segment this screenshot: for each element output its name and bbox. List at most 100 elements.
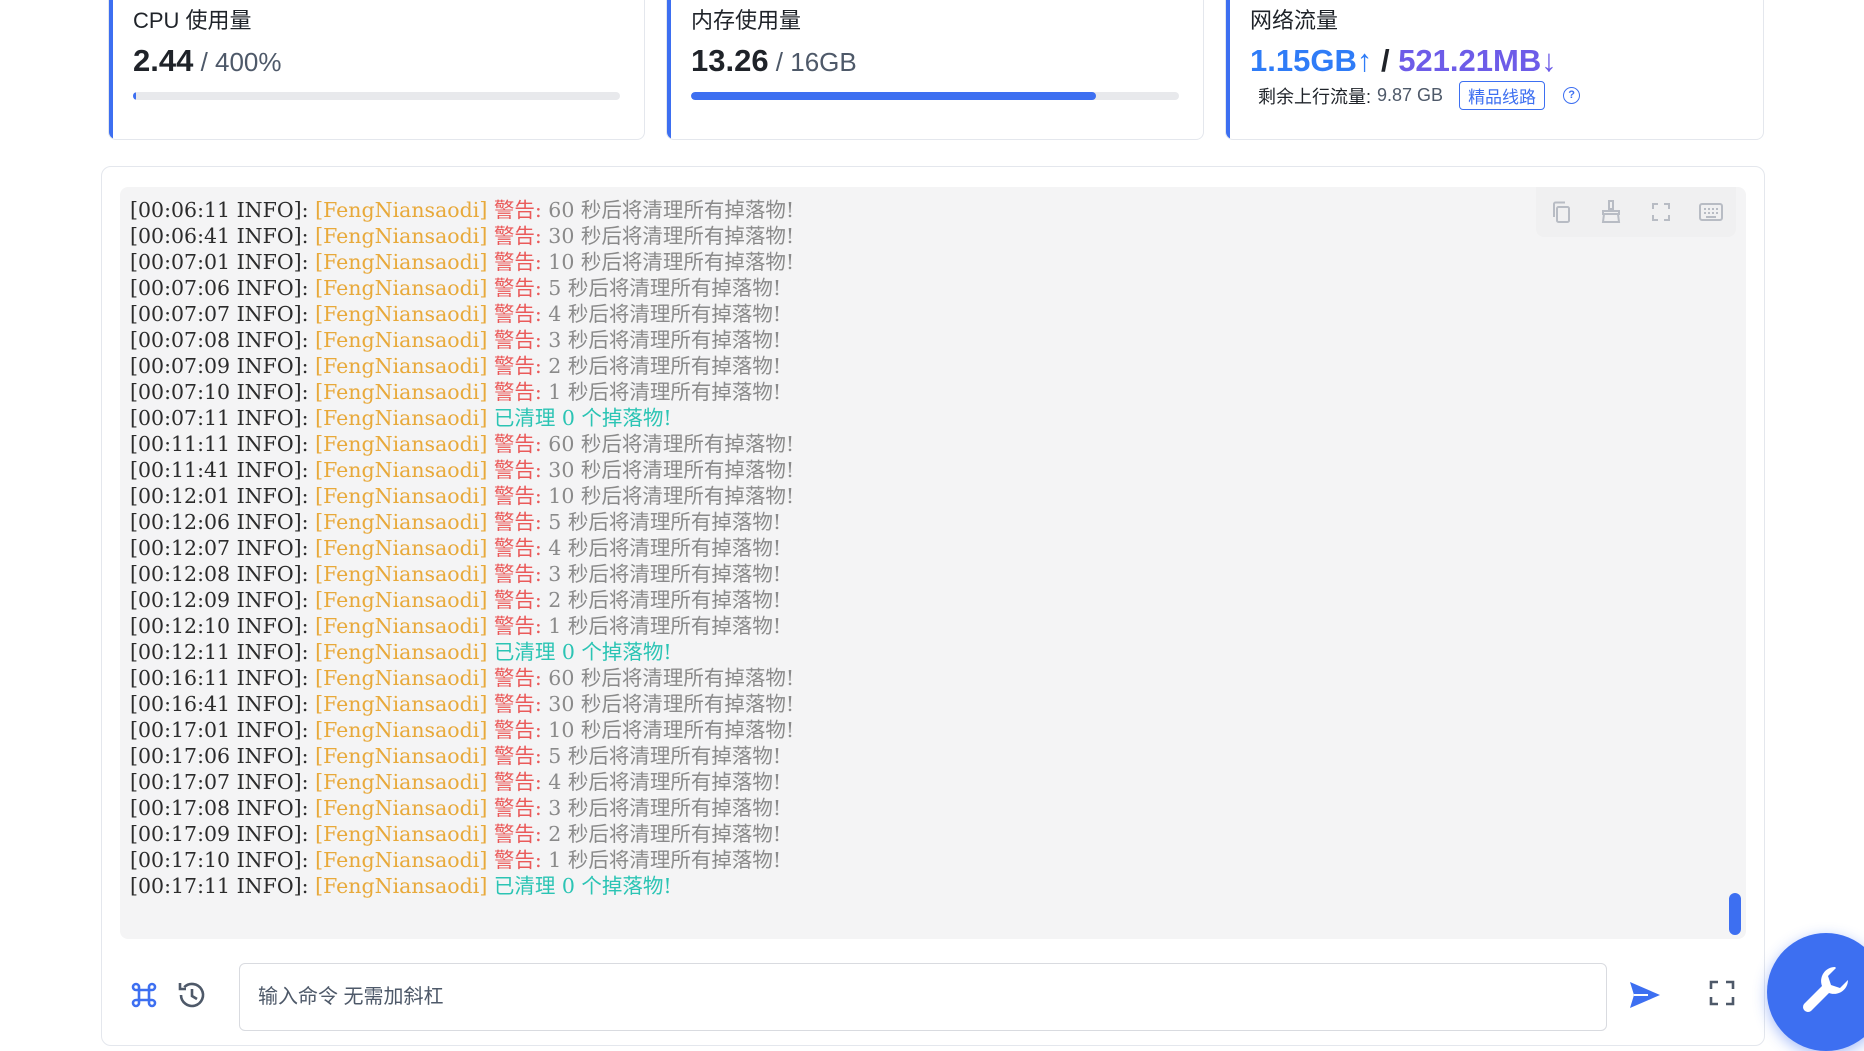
log-time: [00:17:08 INFO]: [130,796,316,820]
log-success: 已清理 0 个掉落物! [493,640,672,664]
log-tag: [FengNiansaodi] [315,770,494,794]
log-tag: [FengNiansaodi] [315,848,494,872]
log-time: [00:07:07 INFO]: [130,302,316,326]
log-time: [00:17:10 INFO]: [130,848,316,872]
log-warning: 警告: [493,718,549,742]
memory-value: 13.26 / 16GB [691,43,857,79]
cpu-value: 2.44 / 400% [133,43,282,79]
log-line: [00:17:11 INFO]: [FengNiansaodi] 已清理 0 个… [130,873,794,899]
log-tag: [FengNiansaodi] [315,198,494,222]
log-time: [00:07:11 INFO]: [130,406,316,430]
tools-fab[interactable] [1767,933,1864,1051]
log-line: [00:12:07 INFO]: [FengNiansaodi] 警告: 4 秒… [130,535,794,561]
cpu-card: CPU 使用量 2.44 / 400% [108,0,645,140]
network-title: 网络流量 [1250,8,1339,33]
cpu-progress-bar [133,92,620,100]
log-warning: 警告: [493,224,549,248]
log-message: 1 秒后将清理所有掉落物! [548,614,782,638]
log-warning: 警告: [493,822,549,846]
log-message: 60 秒后将清理所有掉落物! [548,432,795,456]
log-time: [00:07:08 INFO]: [130,328,316,352]
log-line: [00:17:06 INFO]: [FengNiansaodi] 警告: 5 秒… [130,743,794,769]
log-message: 30 秒后将清理所有掉落物! [548,692,795,716]
log-line: [00:12:09 INFO]: [FengNiansaodi] 警告: 2 秒… [130,587,794,613]
log-tag: [FengNiansaodi] [315,406,494,430]
copy-icon[interactable] [1548,199,1574,225]
log-tag: [FengNiansaodi] [315,302,494,326]
log-warning: 警告: [493,614,549,638]
log-warning: 警告: [493,562,549,586]
log-warning: 警告: [493,770,549,794]
keyboard-icon[interactable] [1698,199,1724,225]
clear-broom-icon[interactable] [1598,199,1624,225]
log-warning: 警告: [493,328,549,352]
log-warning: 警告: [493,588,549,612]
card-accent [1226,0,1230,139]
log-tag: [FengNiansaodi] [315,614,494,638]
log-message: 5 秒后将清理所有掉落物! [548,744,782,768]
log-tag: [FengNiansaodi] [315,822,494,846]
terminal-output[interactable]: [00:06:11 INFO]: [FengNiansaodi] 警告: 60 … [120,187,1746,939]
log-time: [00:06:41 INFO]: [130,224,316,248]
log-tag: [FengNiansaodi] [315,432,494,456]
log-warning: 警告: [493,796,549,820]
log-line: [00:12:10 INFO]: [FengNiansaodi] 警告: 1 秒… [130,613,794,639]
log-tag: [FengNiansaodi] [315,718,494,742]
terminal-toolbar [1536,187,1736,237]
log-line: [00:07:06 INFO]: [FengNiansaodi] 警告: 5 秒… [130,275,794,301]
log-time: [00:17:01 INFO]: [130,718,316,742]
log-line: [00:12:11 INFO]: [FengNiansaodi] 已清理 0 个… [130,639,794,665]
log-message: 4 秒后将清理所有掉落物! [548,536,782,560]
log-line: [00:17:01 INFO]: [FengNiansaodi] 警告: 10 … [130,717,794,743]
log-warning: 警告: [493,354,549,378]
log-message: 10 秒后将清理所有掉落物! [548,250,795,274]
log-tag: [FengNiansaodi] [315,328,494,352]
log-line: [00:16:11 INFO]: [FengNiansaodi] 警告: 60 … [130,665,794,691]
log-line: [00:11:41 INFO]: [FengNiansaodi] 警告: 30 … [130,457,794,483]
log-tag: [FengNiansaodi] [315,640,494,664]
log-tag: [FengNiansaodi] [315,692,494,716]
log-warning: 警告: [493,666,549,690]
log-warning: 警告: [493,692,549,716]
log-line: [00:12:08 INFO]: [FengNiansaodi] 警告: 3 秒… [130,561,794,587]
log-line: [00:07:10 INFO]: [FengNiansaodi] 警告: 1 秒… [130,379,794,405]
command-input[interactable] [239,963,1607,1031]
command-icon[interactable] [128,979,162,1013]
log-line: [00:16:41 INFO]: [FengNiansaodi] 警告: 30 … [130,691,794,717]
log-warning: 警告: [493,536,549,560]
log-message: 4 秒后将清理所有掉落物! [548,770,782,794]
send-icon[interactable] [1628,979,1662,1013]
command-row [102,959,1766,1031]
log-success: 已清理 0 个掉落物! [493,874,672,898]
help-icon[interactable]: ? [1563,87,1581,104]
log-time: [00:11:41 INFO]: [130,458,316,482]
log-message: 60 秒后将清理所有掉落物! [548,666,795,690]
log-message: 30 秒后将清理所有掉落物! [548,458,795,482]
fullscreen-icon[interactable] [1648,199,1674,225]
input-fullscreen-icon[interactable] [1708,979,1742,1013]
log-time: [00:17:06 INFO]: [130,744,316,768]
log-line: [00:06:11 INFO]: [FengNiansaodi] 警告: 60 … [130,197,794,223]
log-time: [00:07:01 INFO]: [130,250,316,274]
log-time: [00:12:10 INFO]: [130,614,316,638]
card-accent [109,0,113,139]
network-card: 网络流量 1.15GB↑ / 521.21MB↓ 剩余上行流量: 9.87 GB… [1225,0,1764,140]
memory-progress-fill [691,92,1096,100]
terminal-scrollbar[interactable] [1729,893,1741,935]
stats-row: CPU 使用量 2.44 / 400% 内存使用量 13.26 / 16GB 网… [0,0,1864,150]
history-icon[interactable] [176,979,210,1013]
log-message: 3 秒后将清理所有掉落物! [548,796,782,820]
log-tag: [FengNiansaodi] [315,536,494,560]
log-line: [00:12:01 INFO]: [FengNiansaodi] 警告: 10 … [130,483,794,509]
cpu-progress-fill [133,92,136,100]
log-tag: [FengNiansaodi] [315,354,494,378]
log-tag: [FengNiansaodi] [315,458,494,482]
log-tag: [FengNiansaodi] [315,874,494,898]
log-warning: 警告: [493,484,549,508]
network-upload: 1.15GB↑ [1250,43,1373,78]
log-message: 10 秒后将清理所有掉落物! [548,484,795,508]
log-tag: [FengNiansaodi] [315,250,494,274]
memory-value-number: 13.26 [691,43,769,78]
log-time: [00:12:08 INFO]: [130,562,316,586]
log-line: [00:17:08 INFO]: [FengNiansaodi] 警告: 3 秒… [130,795,794,821]
